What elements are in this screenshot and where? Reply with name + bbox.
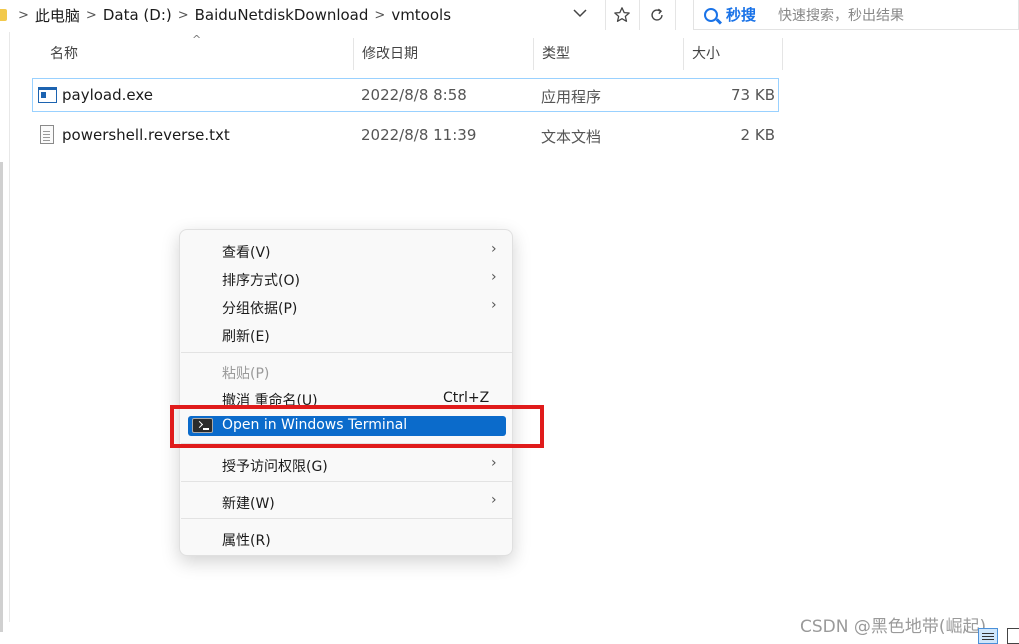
file-type: 应用程序 (541, 88, 602, 106)
watermark: CSDN @黑色地带(崛起) (800, 617, 987, 637)
search-brand-label: 秒搜 (726, 6, 757, 24)
menu-separator (181, 352, 512, 353)
file-row-payload[interactable]: payload.exe 2022/8/8 8:58 应用程序 73 KB (32, 78, 779, 112)
large-icons-view-icon[interactable] (1007, 628, 1019, 644)
menu-item-label: 新建(W) (222, 496, 275, 512)
menu-item-grant-access[interactable]: 授予访问权限(G) › (180, 451, 514, 479)
search-input[interactable]: 快速搜索，秒出结果 (778, 5, 904, 25)
breadcrumb-separator[interactable]: > (80, 8, 103, 23)
star-icon[interactable] (606, 0, 638, 30)
details-view-icon[interactable] (978, 628, 998, 644)
breadcrumb-separator[interactable]: > (172, 8, 195, 23)
menu-item-view[interactable]: 查看(V) › (180, 237, 514, 265)
menu-item-label: 查看(V) (222, 245, 271, 261)
menu-item-label: 属性(R) (222, 533, 271, 549)
breadcrumb-vmtools[interactable]: vmtools (391, 6, 451, 24)
search-icon (704, 7, 718, 22)
menu-item-new[interactable]: 新建(W) › (180, 488, 514, 516)
navigation-pane-edge (0, 32, 10, 632)
menu-item-shortcut: Ctrl+Z (443, 390, 490, 406)
toolbar-divider (675, 0, 676, 30)
file-type: 文本文档 (541, 128, 602, 146)
menu-item-label: 排序方式(O) (222, 273, 300, 289)
menu-item-properties[interactable]: 属性(R) (180, 525, 514, 553)
nav-scroll-track[interactable] (0, 162, 3, 632)
search-box[interactable]: 秒搜 快速搜索，秒出结果 (693, 0, 1019, 30)
menu-item-label: 分组依据(P) (222, 301, 298, 317)
file-modified: 2022/8/8 8:58 (361, 86, 467, 104)
breadcrumb-baidu-folder[interactable]: BaiduNetdiskDownload (195, 6, 369, 24)
file-modified: 2022/8/8 11:39 (361, 126, 477, 144)
text-file-icon (40, 125, 54, 144)
chevron-right-icon: › (491, 269, 497, 285)
menu-item-label: 授予访问权限(G) (222, 459, 328, 475)
chevron-right-icon: › (491, 455, 497, 471)
chevron-right-icon: › (491, 241, 497, 257)
breadcrumb-drive-d[interactable]: Data (D:) (103, 6, 172, 24)
menu-separator (181, 518, 512, 519)
column-header-modified[interactable]: 修改日期 (354, 38, 533, 68)
menu-item-group-by[interactable]: 分组依据(P) › (180, 293, 514, 321)
column-header-size[interactable]: 大小 (684, 38, 782, 68)
menu-item-label: 粘贴(P) (222, 366, 270, 382)
menu-separator (181, 481, 512, 482)
menu-item-paste: 粘贴(P) (180, 358, 514, 386)
breadcrumb-separator: > (18, 7, 29, 23)
file-size: 2 KB (740, 126, 775, 144)
toolbar-divider (639, 0, 640, 30)
file-name: payload.exe (62, 86, 154, 104)
annotation-highlight-box (170, 405, 544, 448)
file-size: 73 KB (731, 86, 775, 104)
chevron-right-icon: › (491, 492, 497, 508)
exe-icon (38, 87, 57, 103)
address-toolbar: > 此电脑 > Data (D:) > BaiduNetdiskDownload… (0, 0, 1019, 30)
menu-item-refresh[interactable]: 刷新(E) (180, 321, 514, 349)
menu-item-sort-by[interactable]: 排序方式(O) › (180, 265, 514, 293)
refresh-icon[interactable] (641, 0, 673, 30)
breadcrumb-separator[interactable]: > (368, 8, 391, 23)
breadcrumb-this-pc[interactable]: 此电脑 (35, 5, 80, 26)
chevron-down-icon[interactable] (572, 5, 588, 25)
file-name: powershell.reverse.txt (62, 126, 230, 144)
column-divider[interactable] (782, 38, 783, 70)
menu-item-label: 刷新(E) (222, 329, 270, 345)
column-header-name[interactable]: 名称 (42, 38, 353, 68)
chevron-right-icon: › (491, 297, 497, 313)
column-header-type[interactable]: 类型 (534, 38, 683, 68)
breadcrumb[interactable]: > 此电脑 > Data (D:) > BaiduNetdiskDownload… (0, 0, 600, 30)
context-menu: 查看(V) › 排序方式(O) › 分组依据(P) › 刷新(E) 粘贴(P) … (179, 229, 513, 556)
file-row-powershell[interactable]: powershell.reverse.txt 2022/8/8 11:39 文本… (32, 119, 779, 153)
